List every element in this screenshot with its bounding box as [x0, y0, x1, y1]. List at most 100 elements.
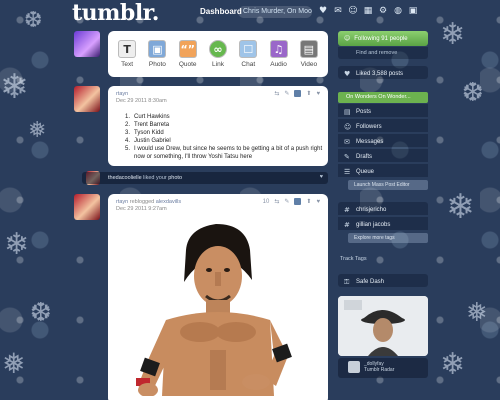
compose-link-button[interactable]: ∞ Link [203, 40, 233, 68]
top-nav: tumblr. Dashboard Chris Murder, On Moonl… [0, 0, 500, 26]
like-icon[interactable]: ♥ [316, 199, 320, 205]
sidebar-item-messages[interactable]: ✉ Messages [338, 134, 428, 147]
compose-quote-button[interactable]: “” Quote [173, 40, 203, 68]
globe-icon[interactable]: ◍ [393, 6, 403, 16]
snowflake-decoration: ❅ [28, 118, 47, 143]
messages-icon: ✉ [344, 137, 350, 146]
posts-icon: ▤ [344, 107, 351, 116]
find-remove-link[interactable]: Find and remove [338, 47, 428, 59]
compose-label: Video [300, 61, 318, 68]
track-tags-label: Track Tags [340, 256, 367, 262]
compose-photo-button[interactable]: ▣ Photo [142, 40, 172, 68]
drafts-icon: ✎ [344, 152, 350, 161]
edit-icon[interactable]: ✎ [284, 198, 289, 205]
notification-text: liked your [143, 175, 167, 181]
nav-icons: ♥ ✉ ☺ ▦ ⚙ ◍ ▣ [318, 6, 418, 16]
video-icon: ▤ [299, 40, 318, 58]
following-button[interactable]: ☺ Following 91 people [338, 31, 428, 46]
queue-icon[interactable] [294, 90, 302, 97]
sidebar-item-label: Liked 3,588 posts [356, 71, 404, 77]
audio-icon: ♫ [269, 40, 288, 58]
sidebar-item-gillian[interactable]: # gillian jacobs [338, 217, 428, 230]
account-icon[interactable]: ▣ [408, 6, 418, 16]
notification-bar: thedacoolielle liked your photo ♥ [82, 172, 328, 184]
like-icon[interactable]: ♥ [316, 91, 320, 97]
heart-icon[interactable]: ♥ [318, 6, 328, 16]
avatar[interactable] [74, 194, 100, 220]
radar-footer: _dollyfay Tumblr Radar [338, 358, 428, 378]
post-author-link[interactable]: rtayn [116, 91, 128, 97]
quote-icon: “” [178, 40, 197, 58]
safe-dash-toggle[interactable]: ⚿ Safe Dash [338, 274, 428, 287]
sidebar-item-label: gillian jacobs [356, 222, 391, 228]
snowflake-decoration: ❄ [446, 187, 475, 227]
compose-label: Text [121, 61, 134, 68]
text-post: rtayn Dec 29 2011 8:30am ⇆ ✎ ⬆ ♥ 1. Curt … [108, 86, 328, 166]
following-label: Following 91 people [354, 35, 408, 42]
post-tools: 10 ⇆ ✎ ⬆ ♥ [263, 198, 320, 205]
reblog-source-link[interactable]: alexdavills [156, 199, 181, 205]
lock-icon: ⚿ [344, 277, 350, 286]
snowflake-decoration: ❄ [440, 347, 466, 382]
mass-post-editor-link[interactable]: Launch Mass Post Editor [348, 180, 428, 190]
dashboard-link[interactable]: Dashboard [200, 7, 242, 16]
tumblr-logo[interactable]: tumblr. [72, 0, 159, 26]
reblog-icon[interactable]: ⇆ [274, 198, 279, 205]
sidebar-item-label: Drafts [356, 154, 373, 160]
inbox-icon[interactable]: ✉ [333, 6, 343, 16]
snowflake-decoration: ❄ [4, 227, 30, 262]
edit-icon[interactable]: ✎ [284, 90, 289, 97]
reblogged-text: reblogged [129, 199, 155, 205]
people-icon: ☺ [344, 35, 351, 42]
snowflake-decoration: ❅ [2, 347, 26, 380]
photo-post: rtayn reblogged alexdavills Dec 29 2011 … [108, 194, 328, 400]
avatar[interactable] [74, 31, 100, 57]
list-item: now or something, I'll throw Yoshi Tatsu… [134, 154, 253, 160]
chat-icon: ☐ [239, 40, 258, 58]
gear-icon[interactable]: ⚙ [378, 6, 388, 16]
queue-icon[interactable] [294, 198, 302, 205]
sidebar-item-label: chrisjericho [356, 207, 387, 213]
list-item: 4. Justin Gabriel [124, 138, 171, 144]
snowflake-decoration: ❅ [466, 298, 488, 328]
heart-icon: ♥ [319, 174, 323, 180]
text-icon: T [118, 40, 137, 58]
explore-tags-link[interactable]: Explore more tags [348, 233, 428, 243]
notification-user[interactable]: thedacoolielle [108, 175, 142, 181]
compose-text-button[interactable]: T Text [112, 40, 142, 68]
queue-icon: ☰ [344, 167, 351, 176]
post-tools: ⇆ ✎ ⬆ ♥ [274, 90, 320, 97]
compose-label: Link [212, 61, 224, 68]
avatar[interactable] [348, 361, 360, 373]
compose-video-button[interactable]: ▤ Video [294, 40, 324, 68]
share-icon[interactable]: ⬆ [306, 198, 311, 205]
search-input[interactable]: Chris Murder, On Moonlight [238, 6, 312, 18]
post-photo[interactable] [118, 210, 318, 396]
compose-audio-button[interactable]: ♫ Audio [264, 40, 294, 68]
share-icon[interactable]: ⬆ [306, 90, 311, 97]
reblog-icon[interactable]: ⇆ [274, 90, 279, 97]
avatar[interactable] [74, 86, 100, 112]
people-icon[interactable]: ☺ [348, 6, 358, 16]
post-author-link[interactable]: rtayn [116, 199, 128, 205]
sidebar-item-followers[interactable]: ☺ Followers [338, 119, 428, 132]
notes-count[interactable]: 10 [263, 199, 270, 205]
sidebar-item-label: Queue [356, 169, 375, 175]
sidebar-item-drafts[interactable]: ✎ Drafts [338, 149, 428, 162]
notification-link[interactable]: photo [168, 175, 182, 181]
heart-icon: ♥ [344, 69, 351, 78]
post-composer: T Text ▣ Photo “” Quote ∞ Link ☐ Chat ♫ … [108, 31, 328, 77]
radar-image[interactable] [338, 296, 428, 356]
radar-label: Tumblr Radar [364, 367, 395, 373]
compose-chat-button[interactable]: ☐ Chat [233, 40, 263, 68]
sidebar-item-queue[interactable]: ☰ Queue [338, 164, 428, 177]
compose-label: Audio [270, 61, 287, 68]
blog-selector[interactable]: On Wonders On Wonder... [338, 92, 428, 103]
sidebar-item-chrisjericho[interactable]: # chrisjericho [338, 202, 428, 215]
followers-icon: ☺ [344, 122, 352, 131]
grid-icon[interactable]: ▦ [363, 6, 373, 16]
sidebar-item-liked[interactable]: ♥ Liked 3,588 posts [338, 66, 428, 79]
sidebar-item-posts[interactable]: ▤ Posts [338, 104, 428, 117]
compose-label: Photo [148, 61, 166, 68]
list-item: 3. Tyson Kidd [124, 130, 164, 136]
